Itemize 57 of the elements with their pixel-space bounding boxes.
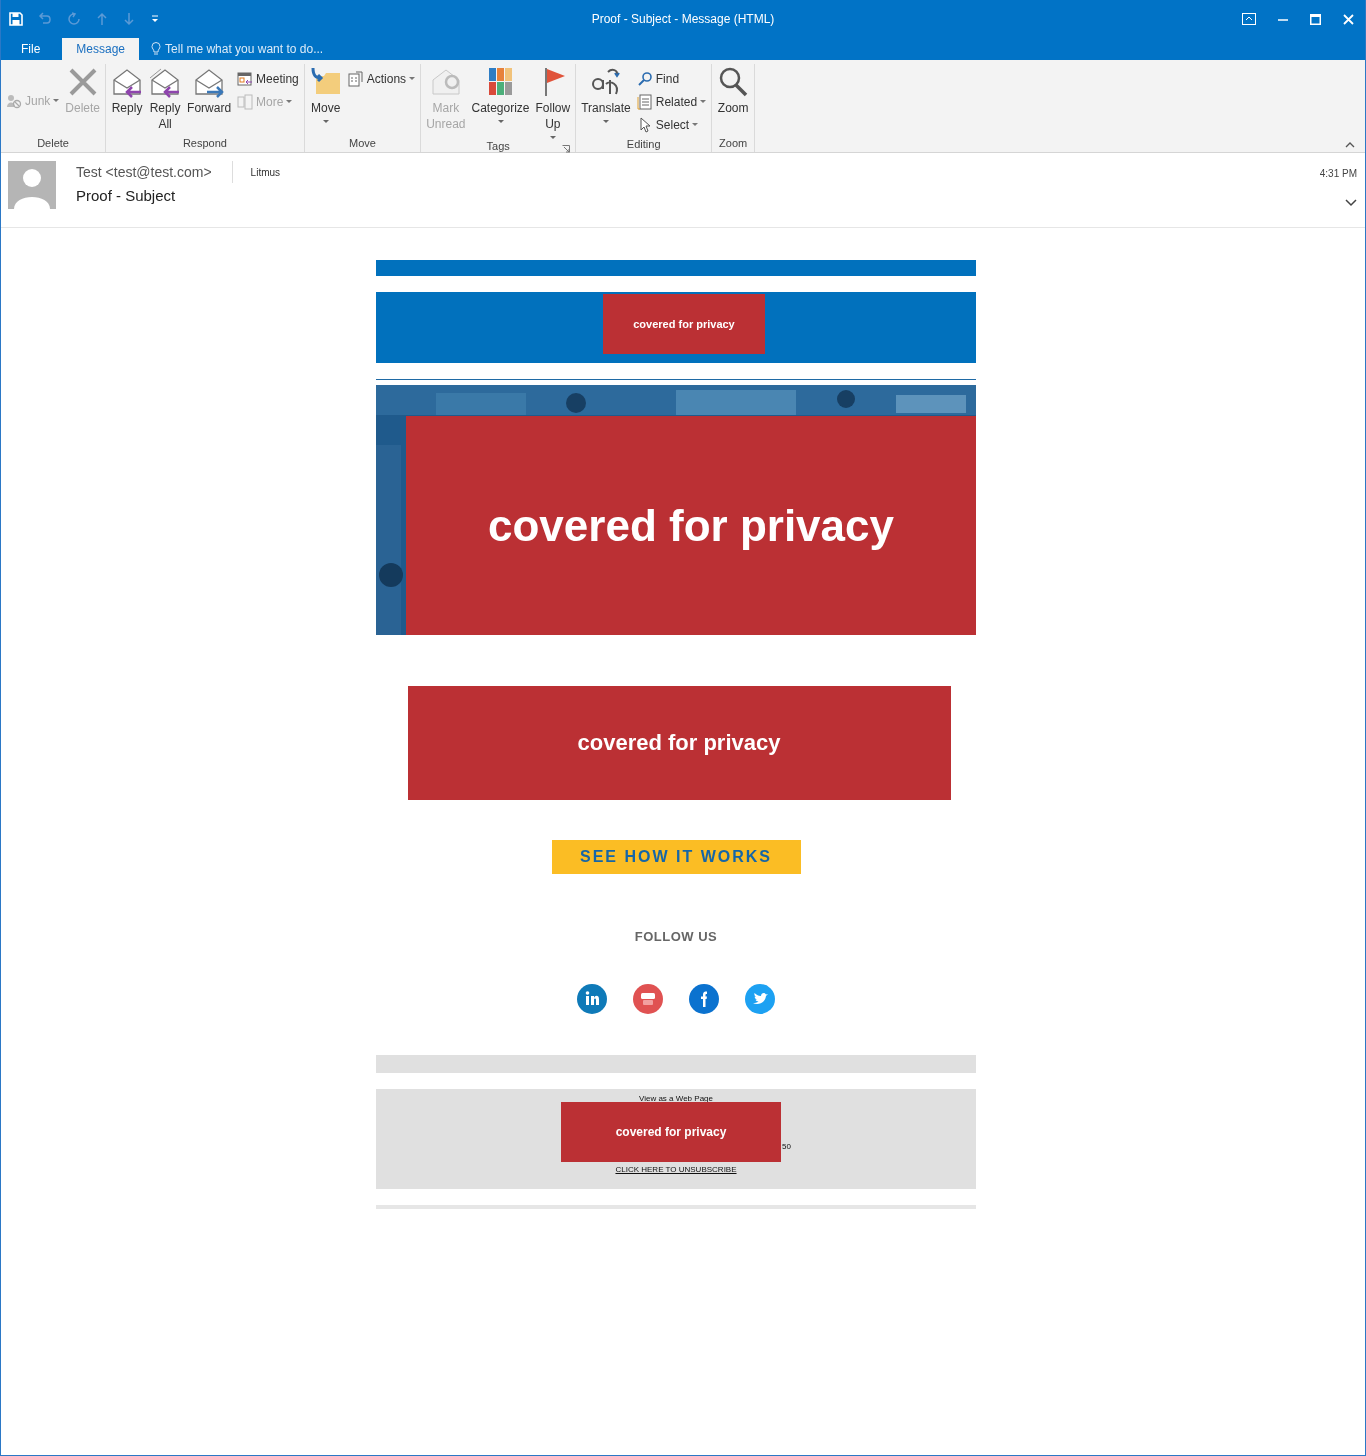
calendar-icon — [237, 71, 254, 87]
maximize-icon[interactable] — [1310, 13, 1321, 25]
follow-heading: FOLLOW US — [634, 929, 718, 944]
group-label: Editing — [626, 137, 661, 150]
collapse-ribbon-icon[interactable] — [1345, 142, 1355, 148]
actions-icon — [347, 71, 364, 87]
twitter-icon[interactable] — [745, 984, 775, 1014]
junk-icon — [6, 93, 22, 109]
lightbulb-icon — [151, 42, 162, 56]
ribbon-button[interactable]: Reply — [109, 64, 146, 134]
group-label: Tags — [486, 140, 510, 152]
ribbon-button[interactable]: Meeting — [235, 69, 301, 89]
window-title: Proof - Subject - Message (HTML) — [591, 12, 775, 26]
search-icon — [636, 71, 653, 87]
recipient: Litmus — [250, 166, 281, 178]
group-label: Respond — [182, 137, 227, 149]
customize-icon[interactable] — [150, 14, 160, 24]
group-label: Delete — [37, 137, 69, 149]
subject: Proof - Subject — [76, 187, 177, 204]
ribbon-button[interactable]: Categorize — [469, 64, 532, 140]
ribbon-tab[interactable]: File — [7, 38, 55, 60]
privacy-cover: covered for privacy — [406, 416, 976, 635]
unsubscribe-link[interactable]: CLICK HERE TO UNSUBSCRIBE — [615, 1165, 737, 1174]
privacy-cover: covered for privacy — [603, 294, 765, 354]
ribbon-button[interactable]: Select — [634, 115, 709, 135]
reply-all-icon — [149, 66, 182, 98]
group-label: Zoom — [719, 137, 748, 149]
timestamp: 4:31 PM — [1319, 168, 1357, 179]
ribbon-display-icon[interactable] — [1242, 13, 1256, 25]
ribbon-button[interactable]: Reply All — [147, 64, 184, 134]
close-icon[interactable] — [1343, 13, 1354, 25]
sender: Test <test@test.com> — [76, 164, 212, 180]
ribbon-button[interactable]: Forward — [185, 64, 234, 134]
privacy-cover: covered for privacy — [407, 686, 951, 800]
ribbon-button[interactable]: Zoom — [715, 64, 752, 134]
privacy-cover: covered for privacy — [561, 1102, 781, 1162]
see-how-it-works-button[interactable]: SEE HOW IT WORKS — [551, 840, 801, 874]
ribbon-button[interactable]: Move — [307, 64, 344, 134]
facebook-icon[interactable] — [689, 984, 719, 1014]
ribbon-button[interactable]: Translate — [579, 64, 633, 135]
zoom-icon — [717, 66, 750, 98]
ribbon-button[interactable]: Find — [634, 69, 709, 89]
dialog-launcher-icon[interactable] — [562, 145, 571, 153]
ribbon-button[interactable]: Follow Up — [533, 64, 573, 140]
avatar-icon — [8, 161, 56, 209]
youtube-icon[interactable] — [633, 984, 663, 1014]
expand-icon[interactable] — [1345, 199, 1357, 207]
ribbon-button[interactable]: Related — [634, 92, 709, 112]
ribbon-button[interactable]: Actions — [345, 69, 418, 89]
save-icon[interactable] — [9, 12, 23, 26]
tell-me-field[interactable]: Tell me what you want to do... — [151, 38, 366, 60]
more-icon — [237, 94, 254, 110]
ribbon-tab[interactable]: Message — [62, 38, 140, 60]
footer-text: 50 — [782, 1142, 791, 1151]
group-label: Move — [349, 137, 376, 149]
document-icon — [636, 94, 653, 110]
linkedin-icon[interactable] — [577, 984, 607, 1014]
